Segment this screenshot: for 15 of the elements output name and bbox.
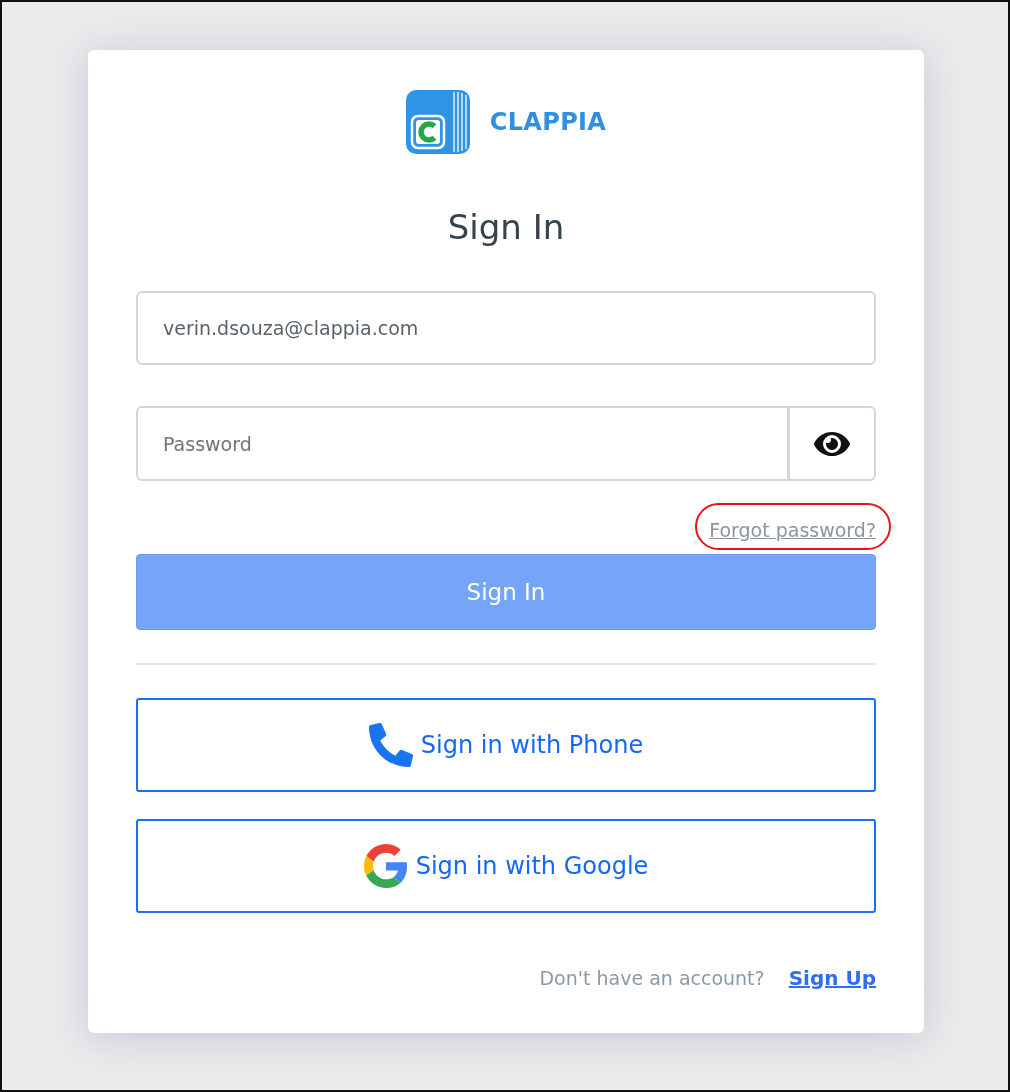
phone-sign-in-button[interactable]: Sign in with Phone	[136, 698, 876, 792]
page-title: Sign In	[447, 206, 565, 249]
password-field[interactable]: Password	[136, 406, 789, 481]
signup-prompt: Don't have an account?	[539, 966, 765, 990]
google-sign-in-button[interactable]: Sign in with Google	[136, 819, 876, 913]
sign-up-link[interactable]: Sign Up	[788, 966, 876, 990]
google-g-icon	[363, 844, 408, 888]
logo-icon	[405, 90, 470, 154]
phone-icon	[368, 723, 413, 767]
forgot-password-link[interactable]: Forgot password?	[709, 518, 876, 542]
eye-icon	[814, 431, 850, 456]
brand-name: CLAPPIA	[489, 108, 607, 136]
sign-in-button[interactable]: Sign In	[136, 554, 876, 630]
email-field[interactable]: verin.dsouza@clappia.com	[136, 291, 876, 365]
show-password-button[interactable]	[789, 406, 876, 481]
